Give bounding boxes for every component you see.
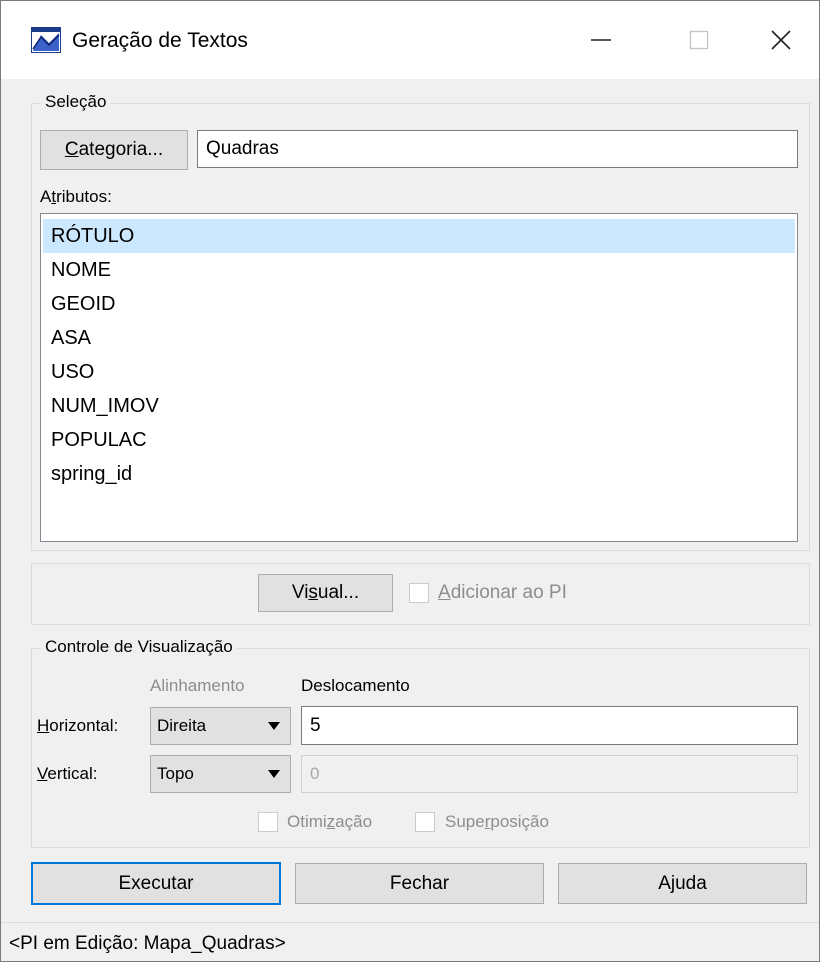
atributos-label: Atributos: [40, 187, 112, 207]
close-button[interactable] [746, 1, 816, 79]
deslocamento-header: Deslocamento [301, 676, 410, 695]
horizontal-align-select[interactable]: Direita [150, 707, 291, 745]
list-item[interactable]: RÓTULO [43, 219, 795, 253]
minimize-icon [591, 39, 611, 41]
status-text: <PI em Edição: Mapa_Quadras> [9, 933, 286, 954]
otimizacao-label-pre: Otimi [287, 812, 327, 831]
selecao-legend: Seleção [41, 92, 111, 112]
visual-label-post: ual... [317, 582, 360, 603]
executar-button[interactable]: Executar [31, 862, 281, 905]
adicionar-label-post: dicionar ao PI [450, 582, 567, 603]
adicionar-pi-label: Adicionar ao PI [438, 582, 567, 604]
otimizacao-checkbox[interactable] [258, 812, 278, 832]
categoria-button[interactable]: Categoria... [40, 130, 188, 170]
list-item[interactable]: POPULAC [43, 423, 795, 457]
vertical-label: Vertical: [37, 764, 97, 784]
list-item[interactable]: ASA [43, 321, 795, 355]
atributos-label-pre: A [40, 187, 52, 206]
categoria-value: Quadras [206, 138, 279, 159]
vertical-align-select[interactable]: Topo [150, 755, 291, 793]
list-item[interactable]: GEOID [43, 287, 795, 321]
atributos-label-post: ributos: [56, 187, 112, 206]
close-icon [771, 30, 791, 50]
superposicao-checkbox[interactable] [415, 812, 435, 832]
atributos-listbox[interactable]: RÓTULO NOME GEOID ASA USO NUM_IMOV POPUL… [40, 213, 798, 542]
visual-label-pre: Vi [291, 582, 309, 603]
categoria-field[interactable]: Quadras [197, 130, 798, 168]
fechar-button[interactable]: Fechar [295, 863, 544, 904]
horizontal-offset-value: 5 [310, 714, 321, 736]
ajuda-button[interactable]: Ajuda [558, 863, 807, 904]
list-item[interactable]: spring_id [43, 457, 795, 491]
horizontal-align-value: Direita [157, 716, 207, 735]
vertical-label-post: ertical: [47, 764, 98, 783]
otimizacao-label-post: ação [335, 812, 373, 831]
horizontal-accesskey: H [37, 716, 50, 735]
title-bar[interactable]: Geração de Textos [1, 1, 819, 79]
superposicao-label-post: posição [490, 812, 549, 831]
minimize-button[interactable] [566, 1, 636, 79]
visual-accesskey: s [308, 582, 318, 603]
status-bar: <PI em Edição: Mapa_Quadras> [1, 922, 819, 961]
dialog-window: Geração de Textos Seleção Categoria... Q… [0, 0, 820, 962]
visual-button[interactable]: Vi s ual... [258, 574, 393, 612]
categoria-accesskey: C [64, 139, 79, 160]
otimizacao-label: Otimização [287, 812, 372, 832]
vertical-offset-value: 0 [310, 764, 320, 783]
controle-legend: Controle de Visualização [41, 637, 237, 657]
horizontal-offset-field[interactable]: 5 [301, 706, 798, 745]
adicionar-pi-checkbox[interactable] [409, 583, 429, 603]
app-icon [31, 27, 61, 53]
chevron-down-icon [268, 770, 280, 778]
list-item[interactable]: USO [43, 355, 795, 389]
maximize-button[interactable] [664, 1, 734, 79]
list-item[interactable]: NOME [43, 253, 795, 287]
list-item[interactable]: NUM_IMOV [43, 389, 795, 423]
categoria-label-post: ategoria... [78, 139, 164, 160]
horizontal-label: Horizontal: [37, 716, 118, 736]
window-title: Geração de Textos [72, 29, 248, 52]
chevron-down-icon [268, 722, 280, 730]
horizontal-label-post: orizontal: [49, 716, 119, 735]
maximize-icon [689, 30, 709, 50]
otimizacao-accesskey: z [326, 812, 336, 831]
superposicao-label: Superposição [445, 812, 549, 832]
vertical-align-value: Topo [157, 764, 194, 783]
vertical-offset-field[interactable]: 0 [301, 755, 798, 793]
superposicao-label-pre: Supe [445, 812, 485, 831]
alinhamento-header: Alinhamento [150, 676, 245, 695]
vertical-accesskey: V [37, 764, 48, 783]
adicionar-accesskey: A [438, 582, 451, 603]
